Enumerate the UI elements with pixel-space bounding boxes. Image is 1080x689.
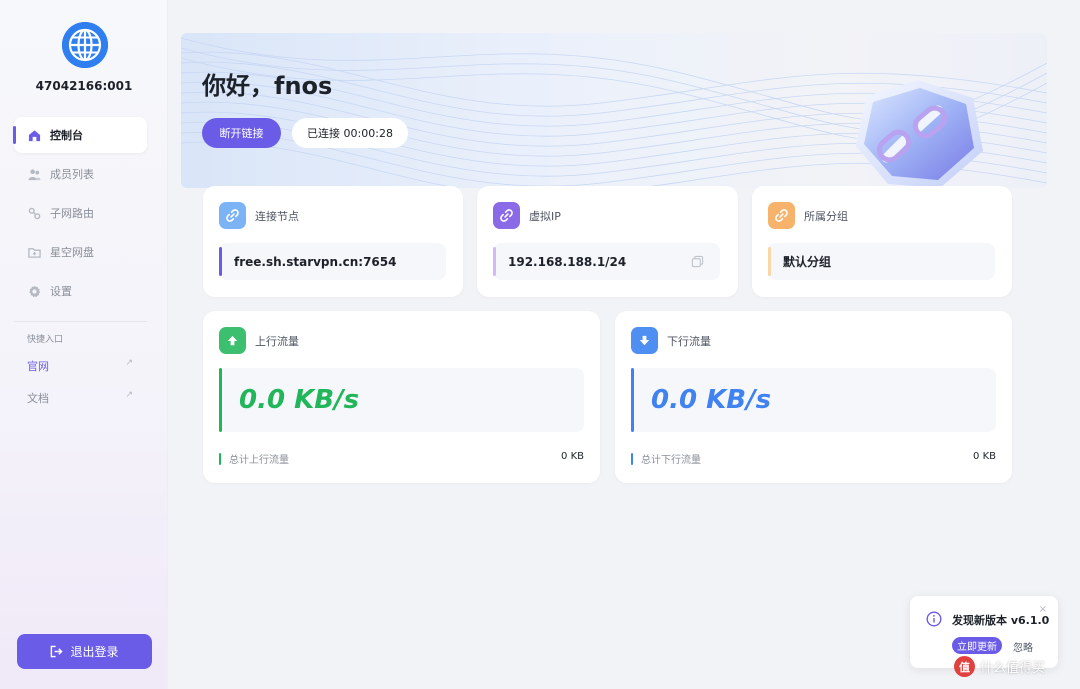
arrow-up-icon bbox=[219, 327, 246, 354]
nav-subnet-route[interactable]: 子网路由 bbox=[14, 195, 147, 231]
upload-total-value: 0 KB bbox=[561, 451, 584, 462]
virtual-ip-value: 192.168.188.1/24 bbox=[493, 243, 720, 280]
virtual-ip-text: 192.168.188.1/24 bbox=[508, 254, 627, 269]
card-title: 上行流量 bbox=[255, 334, 299, 348]
sidebar: 47042166:001 控制台 成员列表 子网路由 星空网盘 设置 快捷入口 … bbox=[0, 0, 168, 689]
quick-link-label: 文档 bbox=[27, 392, 49, 405]
shield-link-illustration bbox=[856, 80, 983, 188]
nav-label: 成员列表 bbox=[50, 168, 94, 181]
card-title: 下行流量 bbox=[667, 334, 711, 348]
nav-label: 控制台 bbox=[50, 129, 83, 142]
node-id: 47042166:001 bbox=[35, 79, 133, 93]
logout-button[interactable]: 退出登录 bbox=[17, 634, 152, 669]
globe-logo-icon bbox=[62, 22, 108, 68]
nav-members[interactable]: 成员列表 bbox=[14, 156, 147, 192]
link-icon bbox=[768, 202, 795, 229]
accent-bar bbox=[631, 452, 633, 465]
sidebar-divider bbox=[14, 321, 147, 322]
arrow-down-icon bbox=[631, 327, 658, 354]
total-label: 总计上行流量 bbox=[229, 455, 289, 466]
gear-icon bbox=[28, 285, 41, 298]
card-header: 所属分组 bbox=[768, 202, 848, 229]
card-title: 所属分组 bbox=[804, 209, 848, 223]
logout-icon bbox=[51, 645, 64, 658]
card-title: 虚拟IP bbox=[529, 209, 561, 223]
nav-label: 子网路由 bbox=[50, 207, 94, 220]
watermark-badge: 值 bbox=[954, 656, 975, 677]
quick-link-website[interactable]: 官网 ↗ bbox=[27, 358, 133, 374]
accent-bar bbox=[219, 452, 221, 465]
external-link-icon: ↗ bbox=[125, 390, 133, 400]
download-total-value: 0 KB bbox=[973, 451, 996, 462]
download-total-label: 总计下行流量 bbox=[631, 451, 701, 466]
link-icon bbox=[219, 202, 246, 229]
disconnect-button[interactable]: 断开链接 bbox=[202, 118, 281, 148]
card-header: 连接节点 bbox=[219, 202, 299, 229]
card-header: 下行流量 bbox=[631, 327, 711, 354]
card-virtual-ip: 虚拟IP 192.168.188.1/24 bbox=[477, 186, 738, 297]
card-title: 连接节点 bbox=[255, 209, 299, 223]
card-connect-node: 连接节点 free.sh.starvpn.cn:7654 bbox=[203, 186, 463, 297]
total-label: 总计下行流量 bbox=[641, 455, 701, 466]
quick-link-docs[interactable]: 文档 ↗ bbox=[27, 390, 133, 406]
link-icon bbox=[493, 202, 520, 229]
folder-icon bbox=[28, 246, 41, 259]
nav-dashboard[interactable]: 控制台 bbox=[13, 117, 147, 153]
card-header: 虚拟IP bbox=[493, 202, 561, 229]
page-title: 你好，fnos bbox=[202, 72, 333, 100]
copy-icon[interactable] bbox=[691, 255, 704, 268]
card-header: 上行流量 bbox=[219, 327, 299, 354]
card-group: 所属分组 默认分组 bbox=[752, 186, 1012, 297]
toast-title: 发现新版本 v6.1.0 bbox=[952, 614, 1050, 627]
quick-links-title: 快捷入口 bbox=[27, 335, 64, 345]
info-icon bbox=[926, 611, 942, 627]
nav-cloud-drive[interactable]: 星空网盘 bbox=[14, 234, 147, 270]
update-now-button[interactable]: 立即更新 bbox=[952, 637, 1002, 654]
route-icon bbox=[28, 207, 41, 220]
logout-label: 退出登录 bbox=[70, 645, 119, 659]
connection-status: 已连接 00:00:28 bbox=[292, 118, 408, 148]
card-upload-traffic: 上行流量 0.0 KB/s 总计上行流量 0 KB bbox=[203, 311, 600, 483]
users-icon bbox=[28, 168, 41, 181]
upload-total-label: 总计上行流量 bbox=[219, 451, 289, 466]
watermark: 值 什么值得买 bbox=[954, 656, 1045, 677]
card-download-traffic: 下行流量 0.0 KB/s 总计下行流量 0 KB bbox=[615, 311, 1012, 483]
group-value: 默认分组 bbox=[768, 243, 995, 280]
nav-settings[interactable]: 设置 bbox=[14, 273, 147, 309]
ignore-button[interactable]: 忽略 bbox=[1013, 639, 1033, 654]
watermark-text: 什么值得买 bbox=[980, 661, 1046, 676]
nav-label: 设置 bbox=[50, 285, 72, 298]
quick-link-label: 官网 bbox=[27, 360, 49, 373]
download-speed: 0.0 KB/s bbox=[631, 368, 996, 432]
close-icon[interactable]: × bbox=[1039, 604, 1047, 615]
nav-label: 星空网盘 bbox=[50, 246, 94, 259]
home-icon bbox=[28, 129, 41, 142]
external-link-icon: ↗ bbox=[125, 358, 133, 368]
upload-speed: 0.0 KB/s bbox=[219, 368, 584, 432]
node-address: free.sh.starvpn.cn:7654 bbox=[219, 243, 446, 280]
